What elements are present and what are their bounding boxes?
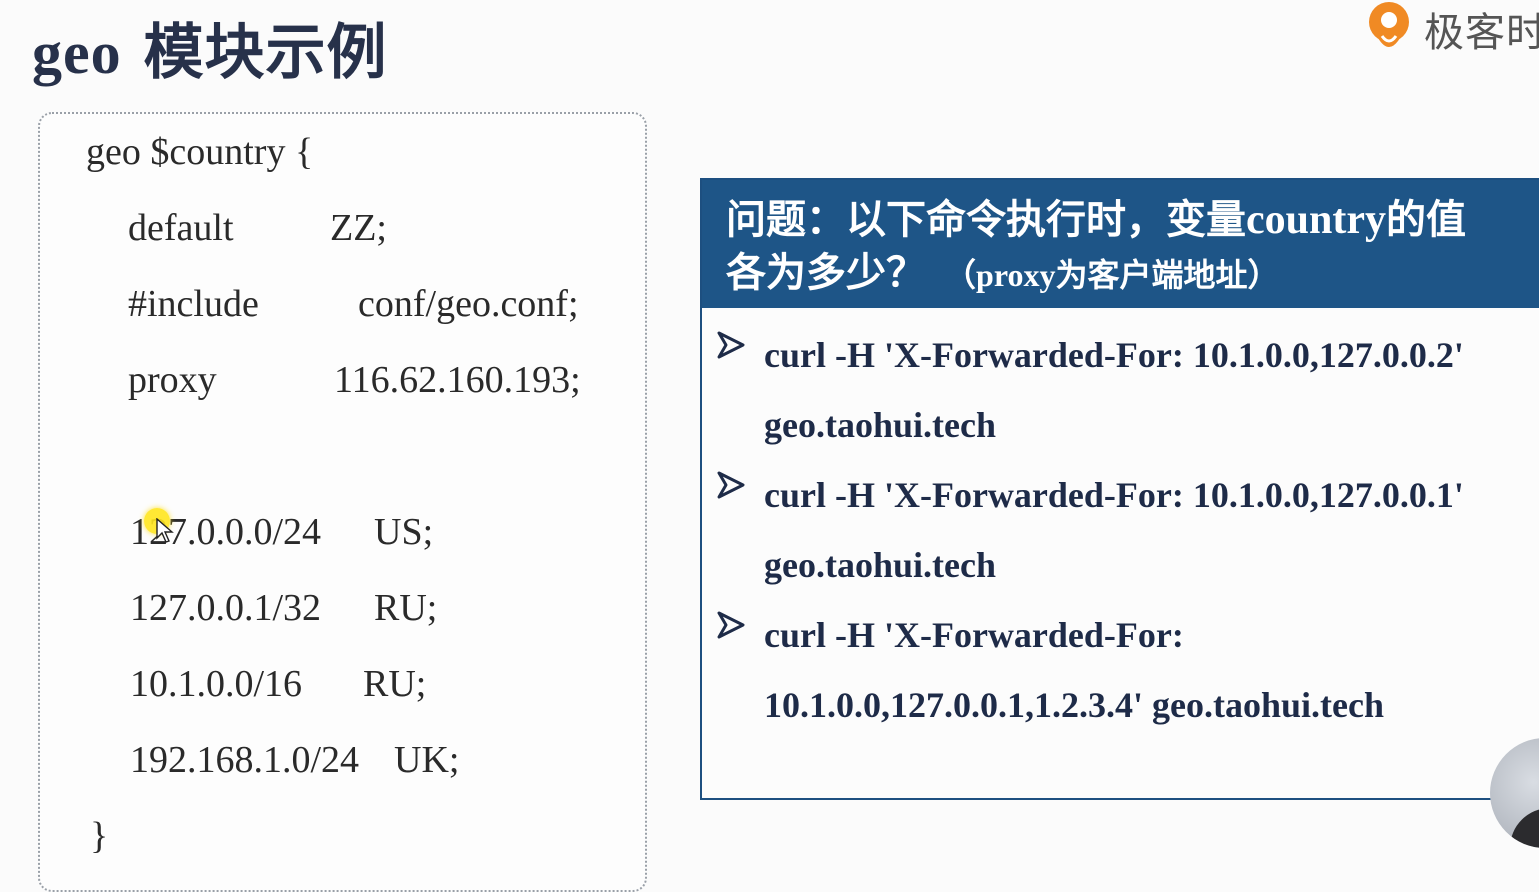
code-key: #include [128, 283, 259, 325]
code-line: proxy 116.62.160.193; [128, 358, 581, 402]
code-block: geo $country { default ZZ; #include conf/g… [38, 112, 647, 892]
command-line-1: curl -H 'X-Forwarded-For: 10.1.0.0,127.0… [764, 475, 1464, 515]
question-panel: 问题：以下命令执行时，变量country的值 各为多少？ （proxy为客户端地址… [700, 178, 1539, 800]
slide-title: geo 模块示例 [32, 4, 388, 91]
command-text: curl -H 'X-Forwarded-For: 10.1.0.0,127.0… [764, 460, 1464, 600]
slide-title-cn: 模块示例 [143, 18, 388, 88]
presenter-shoulder [1510, 808, 1539, 848]
question-note: （proxy为客户端地址） [944, 256, 1279, 294]
code-line: 192.168.1.0/24 UK; [130, 738, 459, 782]
note-cn: 为客户端地址） [1055, 256, 1280, 294]
code-value: ZZ; [330, 207, 387, 249]
code-key: default [128, 207, 234, 249]
command-line-2: geo.taohui.tech [764, 405, 996, 445]
code-key: 10.1.0.0/16 [130, 663, 303, 705]
question-line-2: 各为多少？ （proxy为客户端地址） [726, 246, 1524, 302]
command-line-1: curl -H 'X-Forwarded-For: [764, 615, 1184, 655]
question-text-c: 各为多少？ [726, 250, 926, 296]
slide-title-latin: geo [32, 20, 122, 86]
code-line: geo $country { [86, 130, 313, 174]
code-line: 127.0.0.1/32 RU; [130, 586, 437, 630]
command-line-2: geo.taohui.tech [764, 545, 996, 585]
logo-mark-icon [1369, 2, 1409, 47]
note-latin: proxy [976, 257, 1056, 293]
code-key: 192.168.1.0/24 [130, 739, 360, 781]
question-text-a: 问题：以下命令执行时，变量 [726, 197, 1246, 243]
mouse-pointer-icon [156, 518, 174, 543]
bullet-arrow-icon [717, 471, 745, 499]
code-line: default ZZ; [128, 206, 387, 250]
question-text-b: 的值 [1386, 197, 1466, 243]
command-line-2: 10.1.0.0,127.0.0.1,1.2.3.4' geo.taohui.t… [764, 685, 1384, 725]
command-line-1: curl -H 'X-Forwarded-For: 10.1.0.0,127.0… [764, 335, 1464, 375]
code-line: 10.1.0.0/16 RU; [130, 662, 426, 706]
question-header: 问题：以下命令执行时，变量country的值 各为多少？ （proxy为客户端地址… [702, 180, 1539, 308]
code-value: 116.62.160.193; [334, 359, 581, 401]
command-text: curl -H 'X-Forwarded-For: 10.1.0.0,127.0… [764, 320, 1464, 460]
command-text: curl -H 'X-Forwarded-For: 10.1.0.0,127.0.… [764, 600, 1384, 740]
code-value: RU; [363, 663, 427, 705]
code-key: proxy [128, 359, 217, 401]
bullet-arrow-icon [717, 611, 745, 639]
question-line-1: 问题：以下命令执行时，变量country的值 [726, 194, 1524, 246]
code-value: US; [374, 511, 434, 553]
code-line: } [90, 814, 108, 858]
note-open: （ [944, 256, 977, 294]
code-value: conf/geo.conf; [358, 283, 579, 325]
logo-text: 极客时 [1424, 10, 1539, 56]
brand-logo: 极客时 [1364, 0, 1539, 58]
code-value: RU; [374, 587, 438, 629]
code-line: #include conf/geo.conf; [128, 282, 579, 326]
bullet-arrow-icon [717, 331, 745, 359]
question-variable: country [1246, 197, 1386, 243]
code-key: 127.0.0.1/32 [130, 587, 322, 629]
code-text: } [90, 815, 109, 857]
code-text: geo $country { [86, 131, 314, 173]
code-value: UK; [394, 739, 460, 781]
